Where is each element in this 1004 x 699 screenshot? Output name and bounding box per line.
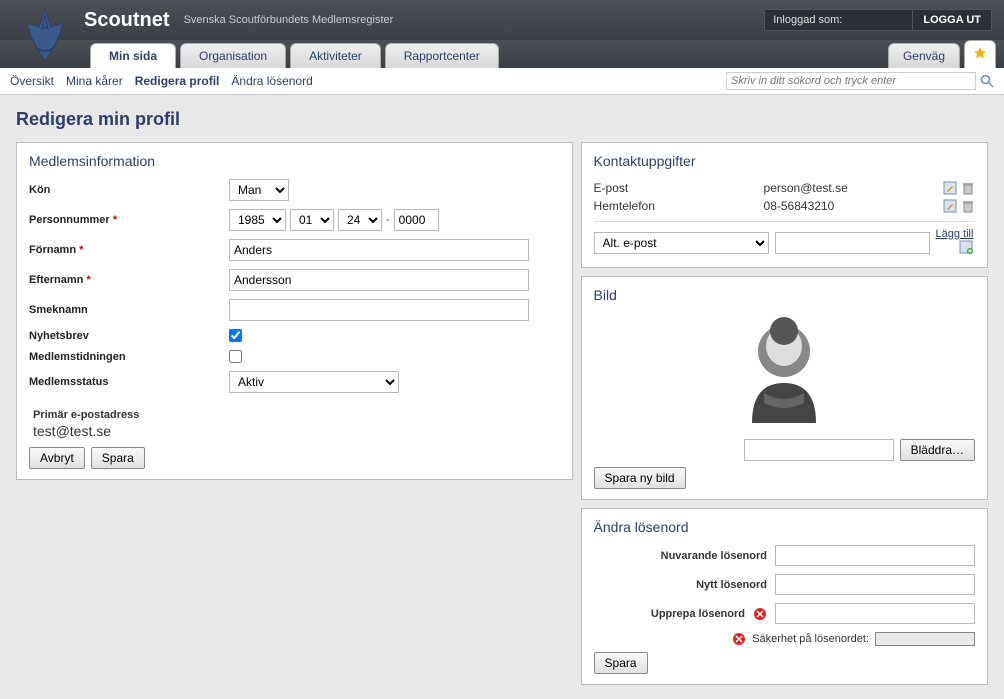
label-medlemsstatus: Medlemsstatus (29, 376, 229, 388)
member-info-panel: Medlemsinformation Kön Man Personnummer … (16, 142, 573, 480)
select-pn-year[interactable]: 1985 (229, 209, 286, 231)
label-personnummer: Personnummer (29, 214, 110, 226)
shortcut-tab[interactable]: Genväg (888, 43, 960, 68)
contact-label-hemtelefon: Hemtelefon (594, 199, 764, 213)
bild-file-input[interactable] (744, 439, 894, 461)
password-title: Ändra lösenord (594, 519, 975, 535)
label-kon: Kön (29, 184, 229, 196)
contact-panel: Kontaktuppgifter E-post person@test.se H… (581, 142, 988, 268)
contact-title: Kontaktuppgifter (594, 153, 975, 169)
subnav-mina-karer[interactable]: Mina kårer (66, 74, 123, 88)
value-primar-epost: test@test.se (33, 423, 560, 439)
member-info-title: Medlemsinformation (29, 153, 560, 169)
edit-icon[interactable] (943, 181, 957, 195)
edit-icon[interactable] (943, 199, 957, 213)
logout-button[interactable]: LOGGA UT (912, 9, 992, 31)
tab-rapportcenter[interactable]: Rapportcenter (385, 43, 499, 68)
label-smeknamn: Smeknamn (29, 304, 229, 316)
tab-aktiviteter[interactable]: Aktiviteter (290, 43, 381, 68)
add-icon[interactable] (959, 240, 973, 254)
search-input[interactable] (726, 72, 976, 90)
label-efternamn: Efternamn (29, 274, 83, 286)
error-icon (753, 607, 767, 621)
add-contact-link[interactable]: Lägg till (936, 228, 974, 240)
select-pn-month[interactable]: 01 (290, 209, 334, 231)
select-medlemsstatus[interactable]: Aktiv (229, 371, 399, 393)
label-new-pw: Nytt lösenord (696, 579, 767, 591)
error-icon (732, 632, 746, 646)
browse-button[interactable]: Bläddra… (900, 439, 975, 461)
subnav-redigera-profil[interactable]: Redigera profil (135, 74, 220, 88)
select-pn-day[interactable]: 24 (338, 209, 382, 231)
input-new-pw[interactable] (775, 574, 975, 595)
label-nyhetsbrev: Nyhetsbrev (29, 330, 229, 342)
checkbox-nyhetsbrev[interactable] (229, 329, 242, 342)
label-current-pw: Nuvarande lösenord (661, 550, 767, 562)
input-smeknamn[interactable] (229, 299, 529, 321)
input-current-pw[interactable] (775, 545, 975, 566)
logged-in-label: Inloggad som: (764, 9, 912, 31)
bild-panel: Bild Bläddra… Spara ny bild (581, 276, 988, 500)
save-image-button[interactable]: Spara ny bild (594, 467, 686, 489)
label-strength: Säkerhet på lösenordet: (752, 633, 869, 645)
add-contact-input[interactable] (775, 232, 930, 254)
save-pw-button[interactable]: Spara (594, 652, 648, 674)
label-fornamn: Förnamn (29, 244, 76, 256)
input-repeat-pw[interactable] (775, 603, 975, 624)
contact-val-epost: person@test.se (764, 181, 939, 195)
avatar-placeholder (724, 313, 844, 433)
favorite-tab[interactable] (964, 40, 996, 68)
app-subtitle: Svenska Scoutförbundets Medlemsregister (184, 14, 394, 26)
page-title: Redigera min profil (16, 109, 988, 130)
label-primar-epost: Primär e-postadress (33, 409, 560, 421)
input-pn-suffix[interactable] (394, 209, 439, 231)
tab-organisation[interactable]: Organisation (180, 43, 286, 68)
contact-val-hemtelefon: 08-56843210 (764, 199, 939, 213)
label-medlemstidningen: Medlemstidningen (29, 351, 229, 363)
delete-icon[interactable] (961, 181, 975, 195)
password-panel: Ändra lösenord Nuvarande lösenord Nytt l… (581, 508, 988, 685)
search-icon[interactable] (980, 74, 994, 88)
bild-title: Bild (594, 287, 975, 303)
label-repeat-pw: Upprepa lösenord (651, 608, 745, 620)
delete-icon[interactable] (961, 199, 975, 213)
contact-label-epost: E-post (594, 181, 764, 195)
checkbox-medlemstidningen[interactable] (229, 350, 242, 363)
app-title: Scoutnet (84, 9, 170, 32)
tab-min-sida[interactable]: Min sida (90, 43, 176, 68)
spara-button[interactable]: Spara (91, 447, 145, 469)
subnav-oversikt[interactable]: Översikt (10, 74, 54, 88)
add-contact-select[interactable]: Alt. e-post (594, 232, 769, 254)
subnav-andra-losenord[interactable]: Ändra lösenord (231, 74, 312, 88)
input-efternamn[interactable] (229, 269, 529, 291)
strength-bar (875, 632, 975, 646)
scout-logo (15, 5, 75, 65)
select-kon[interactable]: Man (229, 179, 289, 201)
input-fornamn[interactable] (229, 239, 529, 261)
avbryt-button[interactable]: Avbryt (29, 447, 85, 469)
star-icon (973, 46, 987, 60)
